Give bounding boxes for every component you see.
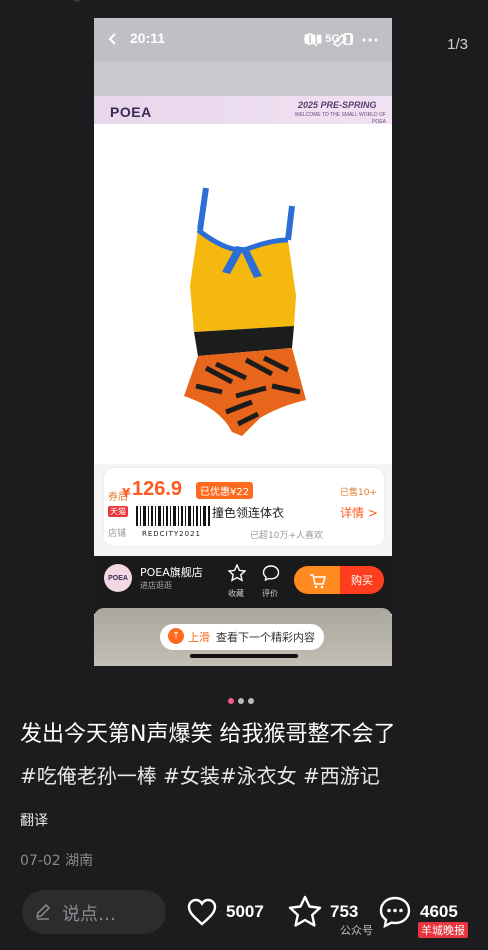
avatar-partial <box>72 0 82 2</box>
heart-icon[interactable] <box>186 897 218 927</box>
sold-count: 已售10+ <box>340 488 377 498</box>
like-count: 5007 <box>226 902 264 921</box>
favorite-count: 753 <box>330 902 359 921</box>
favorite-count-text: 已超10万+人喜欢 <box>250 531 323 541</box>
back-icon <box>108 33 116 45</box>
buy-button[interactable]: 购买 <box>340 566 384 594</box>
carousel-dot[interactable] <box>238 698 244 704</box>
status-time: 20:11 <box>130 30 166 46</box>
add-to-cart-button[interactable] <box>294 566 340 594</box>
swimsuit-image <box>184 187 306 436</box>
post-title: 发出今天第N声爆笑 给我猴哥整不会了 <box>20 722 396 747</box>
home-indicator <box>190 654 298 658</box>
shop-avatar[interactable]: POEA <box>104 564 132 592</box>
star-icon[interactable] <box>228 564 246 582</box>
post-meta: 07-02 湖南 <box>20 853 94 869</box>
hashtags[interactable]: #吃俺老孙一棒 #女装#泳衣女 #西游记 <box>20 760 380 789</box>
swipe-up-icon: ↑ <box>168 628 184 644</box>
review-label: 评价 <box>262 589 278 598</box>
carousel-dot-active[interactable] <box>228 698 234 704</box>
review-icon[interactable] <box>262 564 280 582</box>
swipe-up-label: 上滑 <box>188 631 210 644</box>
carousel-dots[interactable] <box>228 689 260 704</box>
comment-icon[interactable] <box>378 895 412 929</box>
store-label: 店铺 <box>108 529 127 539</box>
swipe-hint-text: 查看下一个精彩内容 <box>216 631 315 644</box>
comment-placeholder: 说点… <box>62 904 116 925</box>
barcode-text: REDCITY2021 <box>142 530 201 538</box>
carousel-dot[interactable] <box>248 698 254 704</box>
enter-shop-link[interactable]: 进店逛逛 <box>140 580 172 591</box>
currency-symbol: ¥ <box>122 486 131 500</box>
pen-icon <box>35 903 51 920</box>
shop-name[interactable]: POEA旗舰店 <box>140 564 203 580</box>
nav-actions-icons <box>304 33 378 47</box>
details-link[interactable]: 详情 > <box>340 504 378 521</box>
cart-icon <box>310 574 327 589</box>
post-image[interactable]: 20:11 ▮▮▮ 5G ▮ POEA 2025 PRE-SPRING WELC… <box>94 18 392 666</box>
tmall-tag: 天猫 <box>108 506 128 517</box>
watermark-badge: 羊城晚报 <box>418 922 468 938</box>
banner-title: 2025 PRE-SPRING <box>298 100 377 110</box>
comment-count: 4605 <box>420 902 458 921</box>
favorite-label: 收藏 <box>228 589 244 598</box>
page-counter: 1/3 <box>447 36 468 53</box>
product-name: 撞色领连体衣 <box>212 506 285 520</box>
translate-link[interactable]: 翻译 <box>20 810 48 830</box>
product-price: 126.9 <box>132 478 183 500</box>
watermark-text: 公众号 <box>340 924 373 937</box>
coupon-badge: 已优惠¥22 <box>196 482 254 499</box>
star-icon[interactable] <box>288 895 322 927</box>
brand-logo: POEA <box>110 104 152 120</box>
